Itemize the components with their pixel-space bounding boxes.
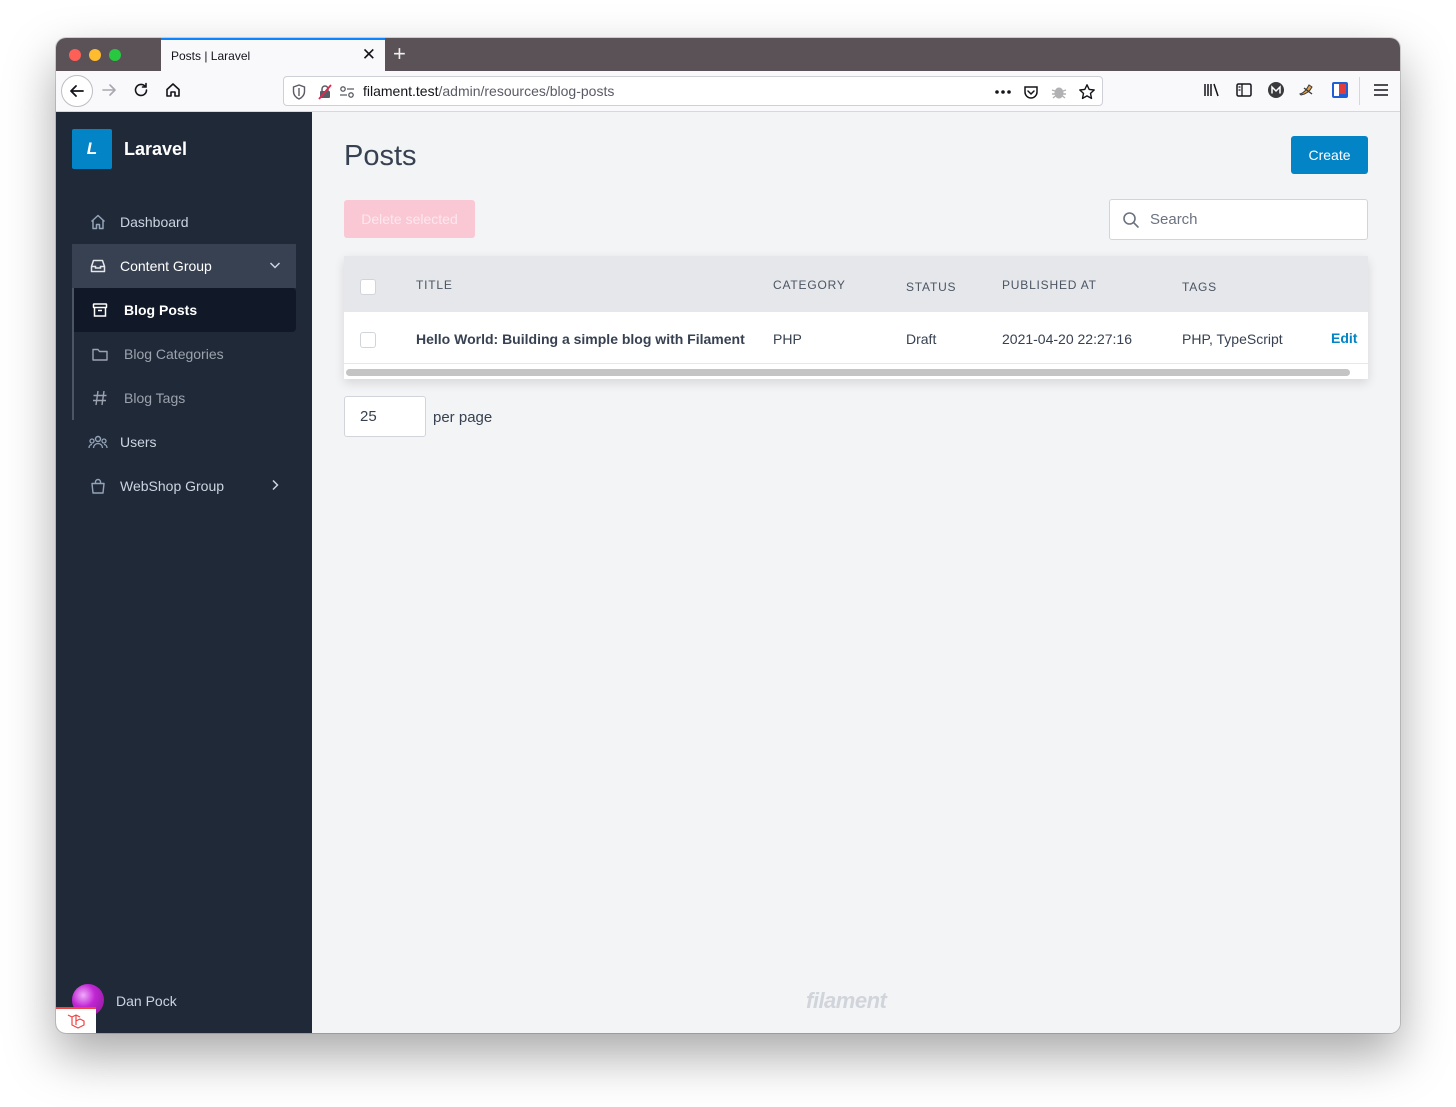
laravel-debug-badge[interactable] [56, 1007, 96, 1033]
sidebar-group-content[interactable]: Content Group [72, 244, 296, 288]
user-name[interactable]: Dan Pock [116, 993, 177, 1009]
browser-window: Posts | Laravel ✕ + filament.test/admin/… [56, 38, 1400, 1033]
posts-table: Title Category Status Published at Tags … [344, 256, 1368, 379]
per-page-select[interactable]: 25 [344, 396, 426, 437]
archive-icon [90, 300, 110, 320]
url-host: filament.test [363, 83, 439, 99]
pocket-icon[interactable] [1022, 83, 1040, 101]
sidebar-item-label: Blog Tags [124, 390, 186, 406]
browser-tab[interactable]: Posts | Laravel ✕ [161, 38, 385, 71]
sidebar-item-label: Users [120, 434, 157, 450]
extension-2-button[interactable] [1329, 79, 1351, 101]
extension-icon [1299, 84, 1313, 96]
page-title: Posts [344, 140, 417, 172]
browser-toolbar: filament.test/admin/resources/blog-posts [56, 71, 1400, 112]
select-all-checkbox[interactable] [360, 279, 376, 295]
extension-button[interactable] [1297, 79, 1319, 101]
sidebar-group-webshop[interactable]: WebShop Group [72, 464, 296, 508]
filament-logo[interactable]: filament [806, 988, 887, 1014]
sidebar-item-label: Blog Posts [124, 302, 198, 318]
search-input[interactable] [1150, 200, 1350, 239]
insecure-lock-icon[interactable] [316, 83, 334, 101]
new-tab-button[interactable]: + [393, 40, 406, 68]
create-button[interactable]: Create [1291, 136, 1368, 174]
folder-icon [90, 344, 110, 364]
reload-button[interactable] [130, 79, 152, 101]
sidebar: L Laravel Dashboard Content Group Blog P… [56, 112, 312, 1033]
tab-bar: Posts | Laravel ✕ + [56, 38, 1400, 71]
shield-icon[interactable] [290, 83, 308, 101]
shopping-bag-icon [88, 476, 108, 496]
account-m-icon [1268, 82, 1284, 98]
arrow-right-icon [102, 84, 116, 96]
row-checkbox[interactable] [360, 332, 376, 348]
back-button[interactable] [61, 75, 93, 107]
library-button[interactable] [1201, 79, 1223, 101]
inbox-icon [88, 256, 108, 276]
home-icon [166, 83, 180, 97]
cell-published-at: 2021-04-20 22:27:16 [1002, 331, 1132, 347]
chevron-right-icon[interactable] [268, 478, 282, 492]
tab-close-icon[interactable]: ✕ [362, 45, 376, 65]
user-group-icon [88, 432, 108, 452]
maximize-window-button[interactable] [109, 49, 121, 61]
sidebar-item-label: Blog Categories [124, 346, 224, 362]
toolbar-divider [1359, 77, 1360, 105]
sidebar-item-label: Dashboard [120, 214, 189, 230]
search-icon [1123, 212, 1139, 228]
hashtag-icon [90, 388, 110, 408]
search-field[interactable] [1109, 199, 1368, 240]
bug-icon[interactable] [1050, 83, 1068, 101]
account-button[interactable] [1265, 79, 1287, 101]
close-window-button[interactable] [69, 49, 81, 61]
address-bar[interactable]: filament.test/admin/resources/blog-posts [283, 76, 1103, 106]
sidebar-item-label: Content Group [120, 258, 212, 274]
sidebar-item-dashboard[interactable]: Dashboard [72, 200, 296, 244]
laravel-icon [67, 1014, 85, 1029]
permissions-icon[interactable] [338, 83, 356, 101]
minimize-window-button[interactable] [89, 49, 101, 61]
hamburger-icon [1374, 84, 1388, 96]
menu-button[interactable] [1370, 79, 1392, 101]
home-button[interactable] [162, 79, 184, 101]
home-icon [88, 212, 108, 232]
cell-title: Hello World: Building a simple blog with… [416, 331, 745, 347]
extension-2-icon [1332, 82, 1348, 98]
column-header-category[interactable]: Category [773, 278, 846, 292]
sidebar-item-blog-categories[interactable]: Blog Categories [74, 332, 296, 376]
tab-title: Posts | Laravel [171, 49, 251, 63]
table-header: Title Category Status Published at Tags [344, 256, 1368, 312]
sidebar-item-users[interactable]: Users [72, 420, 296, 464]
page-actions-icon[interactable] [994, 83, 1012, 101]
sidebar-icon [1236, 83, 1252, 97]
forward-button[interactable] [98, 79, 120, 101]
sidebar-item-label: WebShop Group [120, 478, 225, 494]
edit-link[interactable]: Edit [1331, 330, 1357, 346]
per-page-label: per page [433, 409, 493, 426]
reload-icon [134, 82, 148, 97]
cell-category: PHP [773, 331, 802, 347]
bookmark-star-icon[interactable] [1078, 83, 1096, 101]
cell-tags: PHP, TypeScript [1182, 331, 1283, 347]
arrow-left-icon [70, 85, 84, 97]
cell-status: Draft [906, 331, 937, 347]
table-row: Hello World: Building a simple blog with… [344, 312, 1368, 364]
delete-selected-button[interactable]: Delete selected [344, 200, 475, 238]
column-header-published-at[interactable]: Published at [1002, 278, 1097, 292]
url-path: /admin/resources/blog-posts [438, 83, 615, 99]
sidebar-item-blog-tags[interactable]: Blog Tags [74, 376, 296, 420]
url-text: filament.test/admin/resources/blog-posts [363, 83, 614, 99]
column-header-status[interactable]: Status [906, 280, 956, 294]
brand-name[interactable]: Laravel [124, 139, 187, 160]
chevron-down-icon[interactable] [268, 258, 282, 272]
column-header-title[interactable]: Title [416, 278, 453, 292]
column-header-tags[interactable]: Tags [1182, 280, 1217, 294]
library-icon [1204, 83, 1219, 97]
main-content: Posts Create Delete selected Title Categ… [312, 112, 1400, 1033]
sidebar-item-blog-posts[interactable]: Blog Posts [74, 288, 296, 332]
sidebar-toggle-button[interactable] [1233, 79, 1255, 101]
brand-logo[interactable]: L [72, 129, 112, 169]
horizontal-scrollbar[interactable] [346, 369, 1350, 376]
